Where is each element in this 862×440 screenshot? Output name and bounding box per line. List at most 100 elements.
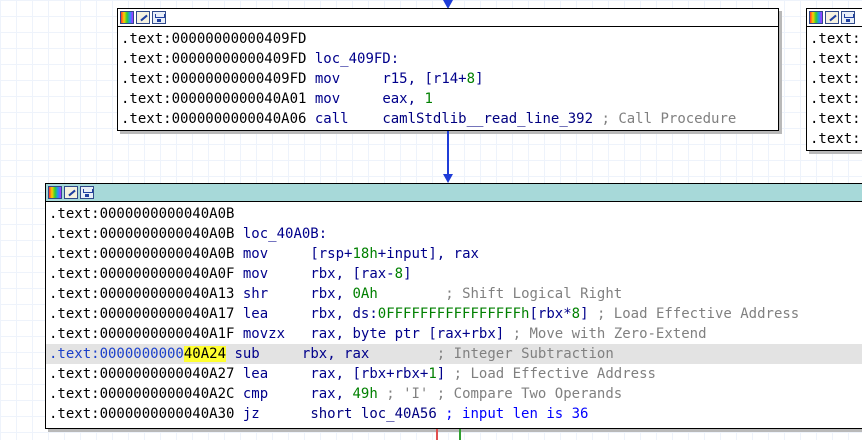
operands: eax, xyxy=(382,91,425,107)
mnemonic: mov xyxy=(242,246,269,262)
disasm-line[interactable]: .text: xyxy=(810,109,862,129)
user-comment: ; input len is 36 xyxy=(436,406,589,422)
color-palette-icon[interactable] xyxy=(48,186,62,199)
address: .text:0000000000040A0B xyxy=(49,226,235,242)
comment: ; Move with Zero-Extend xyxy=(504,326,707,342)
comment: ; Compare Two Operands xyxy=(428,386,623,402)
operands: ] xyxy=(580,306,589,322)
mnemonic: mov xyxy=(242,266,269,282)
graph-icon[interactable] xyxy=(80,186,94,199)
code-block-main[interactable]: .text:0000000000040A0B .text:00000000000… xyxy=(45,183,862,429)
disasm-line[interactable]: .text:0000000000040A06 call camlStdlib__… xyxy=(121,109,778,129)
disasm-line[interactable]: .text: xyxy=(810,29,862,49)
address: .text:0000000000040A27 xyxy=(49,366,235,382)
disasm-line[interactable]: .text: xyxy=(810,89,862,109)
address: .text: xyxy=(810,91,861,107)
operand-number: 8 xyxy=(466,71,476,87)
disasm-line[interactable]: .text:0000000000040A0B mov [rsp+18h+inpu… xyxy=(49,244,862,264)
jump-target[interactable]: short loc_40A56 xyxy=(310,406,436,422)
mnemonic: shr xyxy=(242,286,269,302)
code-block-right[interactable]: .text: .text: .text: .text: .text: .text… xyxy=(806,8,862,151)
disasm-line[interactable]: .text:00000000000409FD loc_409FD: xyxy=(121,49,778,69)
address: .text:00000000000409FD xyxy=(121,71,307,87)
edge-arrowhead-main xyxy=(443,174,453,183)
address-highlight: 40A24 xyxy=(183,346,227,362)
mnemonic: cmp xyxy=(242,386,269,402)
disasm-line[interactable]: .text:0000000000040A0F mov rbx, [rax-8] xyxy=(49,264,862,284)
operands: [rsp+ xyxy=(310,246,353,262)
operand-number: 49h xyxy=(352,386,378,402)
graph-icon[interactable] xyxy=(152,11,166,24)
call-target[interactable]: camlStdlib__read_line_392 xyxy=(382,111,593,127)
disasm-line[interactable]: .text:00000000000409FD mov r15, [r14+8] xyxy=(121,69,778,89)
edge-false-branch xyxy=(436,429,438,440)
disasm-line[interactable]: .text:0000000000040A1F movzx rax, byte p… xyxy=(49,324,862,344)
operands: rbx, xyxy=(310,286,353,302)
operands: rbx, ds: xyxy=(310,306,378,322)
operands: r15, [r14+ xyxy=(382,71,467,87)
comment: ; Load Effective Address xyxy=(588,306,800,322)
address: .text:0000000000040A1F xyxy=(49,326,235,342)
mnemonic: movzx xyxy=(242,326,286,342)
edge-top-to-main xyxy=(447,131,449,175)
operand-number: 1 xyxy=(428,366,437,382)
rename-icon[interactable] xyxy=(64,186,78,199)
mnemonic: lea xyxy=(242,306,269,322)
operands: +input], rax xyxy=(377,246,479,262)
disasm-line[interactable]: .text:0000000000040A30 jz short loc_40A5… xyxy=(49,404,862,424)
address: .text:0000000000040A17 xyxy=(49,306,235,322)
address: .text:0000000000040A0B xyxy=(49,206,235,222)
operand-number: 1 xyxy=(424,91,433,107)
address: .text:00000000000409FD xyxy=(121,51,307,67)
disasm-line[interactable]: .text:0000000000040A17 lea rbx, ds:0FFFF… xyxy=(49,304,862,324)
address: .text: xyxy=(810,131,861,147)
address: .text:0000000000040A0F xyxy=(49,266,235,282)
address: .text:0000000000040A2C xyxy=(49,386,235,402)
disasm-line-selected[interactable]: .text:000000000040A24 sub rbx, rax ; Int… xyxy=(46,344,862,364)
operands: rax, xyxy=(310,386,353,402)
address: .text:0000000000040A30 xyxy=(49,406,235,422)
address: .text:0000000000 xyxy=(49,346,184,362)
mnemonic: lea xyxy=(242,366,269,382)
disasm-line[interactable]: .text:0000000000040A0B loc_40A0B: xyxy=(49,224,862,244)
disasm-line[interactable]: .text:0000000000040A2C cmp rax, 49h ; 'I… xyxy=(49,384,862,404)
disasm-line[interactable]: .text:0000000000040A27 lea rax, [rbx+rbx… xyxy=(49,364,862,384)
address: .text:0000000000040A13 xyxy=(49,286,235,302)
address: .text: xyxy=(810,31,861,47)
operands: rbx, [rax- xyxy=(310,266,395,282)
code-label[interactable]: loc_409FD: xyxy=(315,51,399,67)
mnemonic: jz xyxy=(242,406,260,422)
operands: rax, [rbx+rbx+ xyxy=(310,366,429,382)
address: .text: xyxy=(810,51,861,67)
code-block-top[interactable]: .text:00000000000409FD .text:00000000000… xyxy=(117,8,779,131)
mnemonic: mov xyxy=(314,91,341,107)
operands: [rbx* xyxy=(529,306,572,322)
disasm-line[interactable]: .text:0000000000040A01 mov eax, 1 xyxy=(121,89,778,109)
rename-icon[interactable] xyxy=(136,11,150,24)
comment: ; Call Procedure xyxy=(601,111,737,127)
operand-number: 8 xyxy=(394,266,404,282)
block-header xyxy=(118,9,778,27)
edge-true-branch xyxy=(459,429,461,440)
rename-icon[interactable] xyxy=(825,11,839,24)
operands: rax, byte ptr [rax+rbx] xyxy=(310,326,505,342)
color-palette-icon[interactable] xyxy=(809,11,823,24)
mnemonic: call xyxy=(314,111,349,127)
disasm-line[interactable]: .text: xyxy=(810,69,862,89)
disasm-line[interactable]: .text: xyxy=(810,129,862,149)
address: .text:0000000000040A0B xyxy=(49,246,235,262)
graph-icon[interactable] xyxy=(841,11,855,24)
code-label[interactable]: loc_40A0B: xyxy=(243,226,327,242)
char-comment: ; 'I' xyxy=(377,386,429,402)
disasm-line[interactable]: .text:0000000000040A0B xyxy=(49,204,862,224)
operands: ] xyxy=(475,71,484,87)
block-header-active xyxy=(46,184,862,202)
disasm-line[interactable]: .text:00000000000409FD xyxy=(121,29,778,49)
address: .text:00000000000409FD xyxy=(121,31,307,47)
disasm-line[interactable]: .text: xyxy=(810,49,862,69)
disasm-line[interactable]: .text:0000000000040A13 shr rbx, 0Ah ; Sh… xyxy=(49,284,862,304)
color-palette-icon[interactable] xyxy=(120,11,134,24)
address: .text:0000000000040A01 xyxy=(121,91,307,107)
